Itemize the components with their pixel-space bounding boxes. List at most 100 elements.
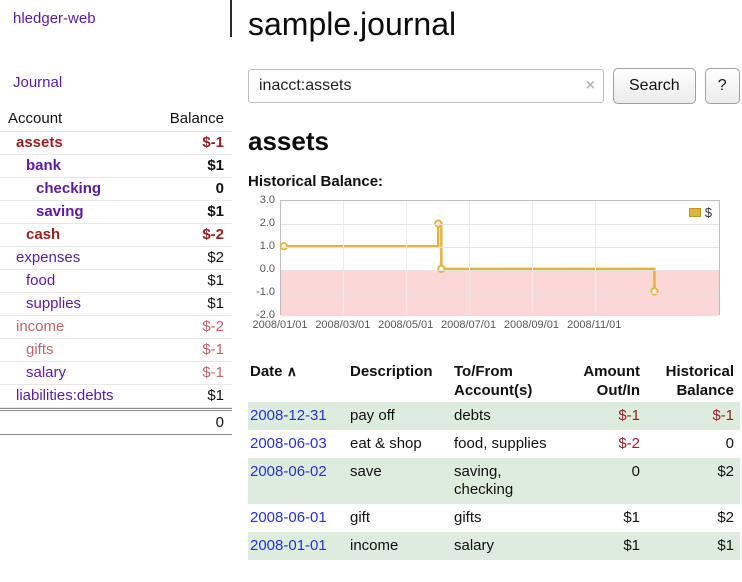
transaction-description-cell: gift [344,504,448,532]
transaction-accounts-cell: salary [448,532,562,560]
chart-x-tick-label: 2008/01/01 [251,319,308,331]
transaction-amount-cell: $-1 [562,402,646,430]
transaction-amount-cell: 0 [562,458,646,504]
sidebar-account-link[interactable]: cash [0,224,202,246]
register-body: 2008-12-31pay offdebts$-1$-12008-06-03ea… [248,402,740,560]
sidebar-account-row: gifts$-1 [0,339,232,362]
main-content: sample.journal × Search ? assets Histori… [248,0,742,560]
chart-y-tick-label: -1.0 [248,286,275,298]
journal-nav-link[interactable]: Journal [13,74,62,91]
sidebar-account-balance: $1 [207,385,232,407]
sidebar-account-link[interactable]: checking [0,178,216,200]
sidebar-account-row: liabilities:debts$1 [0,385,232,408]
sidebar-account-row: salary$-1 [0,362,232,385]
register-row: 2008-01-01incomesalary$1$1 [248,532,740,560]
chart-gridline-vertical [343,201,344,314]
chart-y-tick-label: 3.0 [248,194,275,206]
sidebar-account-link[interactable]: salary [0,362,202,384]
date-column-header[interactable]: Date ∧ [248,360,344,402]
transaction-date-link[interactable]: 2008-06-01 [250,509,327,526]
sidebar-account-balance: $1 [207,155,232,177]
sidebar-account-link[interactable]: assets [0,132,202,154]
transaction-date-link[interactable]: 2008-01-01 [250,537,327,554]
register-header-row: Date ∧ Description To/From Account(s) Am… [248,360,740,402]
register-row: 2008-12-31pay offdebts$-1$-1 [248,402,740,430]
chart-y-tick-label: 1.0 [248,240,275,252]
chart-gridline-vertical [406,201,407,314]
sidebar-account-row: food$1 [0,270,232,293]
description-column-header: Description [344,360,448,402]
date-header-label: Date [250,363,283,380]
help-button[interactable]: ? [705,68,740,104]
sidebar-accounts: assets$-1bank$1checking0saving$1cash$-2e… [0,132,232,408]
chart-x-tick-label: 2008/05/01 [377,319,434,331]
sidebar-account-link[interactable]: income [0,316,202,338]
chart-y-tick-label: 0.0 [248,263,275,275]
transaction-date-cell: 2008-12-31 [248,402,344,430]
legend-swatch-icon [689,208,701,217]
sidebar-account-balance: 0 [216,178,232,200]
account-heading: assets [248,126,742,157]
accounts-table: Account Balance assets$-1bank$1checking0… [0,108,232,435]
sidebar-account-link[interactable]: saving [0,201,207,223]
chart-x-tick-label: 2008/09/01 [503,319,560,331]
transaction-date-link[interactable]: 2008-06-02 [250,463,327,480]
transaction-accounts-cell: food, supplies [448,430,562,458]
chart-legend: $ [685,204,716,221]
sort-ascending-icon: ∧ [287,363,297,379]
chart-y-tick-label: 2.0 [248,217,275,229]
sidebar-account-link[interactable]: food [0,270,207,292]
transaction-date-cell: 2008-06-01 [248,504,344,532]
transaction-amount-cell: $-2 [562,430,646,458]
chart-x-tick-label: 2008/11/01 [566,319,622,331]
chart-gridline-horizontal [281,270,719,271]
sidebar-account-link[interactable]: liabilities:debts [0,385,207,407]
sidebar-account-link[interactable]: gifts [0,339,202,361]
accounts-table-header: Account Balance [0,108,232,132]
register-balance-column-header: Historical Balance [646,360,740,402]
chart-gridline-horizontal [281,293,719,294]
accounts-column-header: To/From Account(s) [448,360,562,402]
clear-search-icon[interactable]: × [586,76,595,95]
sidebar-account-row: expenses$2 [0,247,232,270]
chart-gridline-vertical [469,201,470,314]
transaction-date-cell: 2008-06-03 [248,430,344,458]
sidebar-account-row: assets$-1 [0,132,232,155]
transaction-date-link[interactable]: 2008-12-31 [250,407,327,424]
sidebar-account-balance: $1 [207,293,232,315]
sidebar-account-column-header: Account [8,110,62,127]
sidebar: hledger-web Journal Account Balance asse… [0,0,232,582]
sidebar-account-link[interactable]: bank [0,155,207,177]
transaction-amount-cell: $1 [562,532,646,560]
sidebar-account-row: supplies$1 [0,293,232,316]
sidebar-account-balance: $2 [207,247,232,269]
total-balance: 0 [216,411,232,434]
sidebar-account-balance: $-1 [202,132,232,154]
register-row: 2008-06-02savesaving, checking0$2 [248,458,740,504]
search-button[interactable]: Search [613,68,696,104]
transaction-date-link[interactable]: 2008-06-03 [250,435,327,452]
historical-balance-chart: 3.02.01.00.0-1.0-2.0 $ 2008/01/012008/03… [248,200,742,338]
transaction-description-cell: pay off [344,402,448,430]
sidebar-account-balance: $-2 [202,224,232,246]
sidebar-account-balance: $-1 [202,339,232,361]
chart-data-point [651,288,657,294]
app-title-link[interactable]: hledger-web [13,10,96,27]
register-row: 2008-06-01giftgifts$1$2 [248,504,740,532]
sidebar-balance-column-header: Balance [170,110,224,127]
search-box: × [248,69,604,103]
chart-x-tick-label: 2008/07/01 [440,319,497,331]
scrollbar-thumb[interactable] [230,0,232,37]
transaction-amount-cell: $1 [562,504,646,532]
page-title: sample.journal [248,6,742,43]
accounts-total-row: 0 [0,408,232,435]
chart-gridline-horizontal [281,247,719,248]
sidebar-account-link[interactable]: supplies [0,293,207,315]
transaction-description-cell: eat & shop [344,430,448,458]
chart-x-axis: 2008/01/012008/03/012008/05/012008/07/01… [280,319,722,335]
transaction-accounts-cell: saving, checking [448,458,562,504]
sidebar-account-row: cash$-2 [0,224,232,247]
sidebar-account-link[interactable]: expenses [0,247,207,269]
app-title-row: hledger-web [0,0,232,27]
search-input[interactable] [248,69,604,103]
